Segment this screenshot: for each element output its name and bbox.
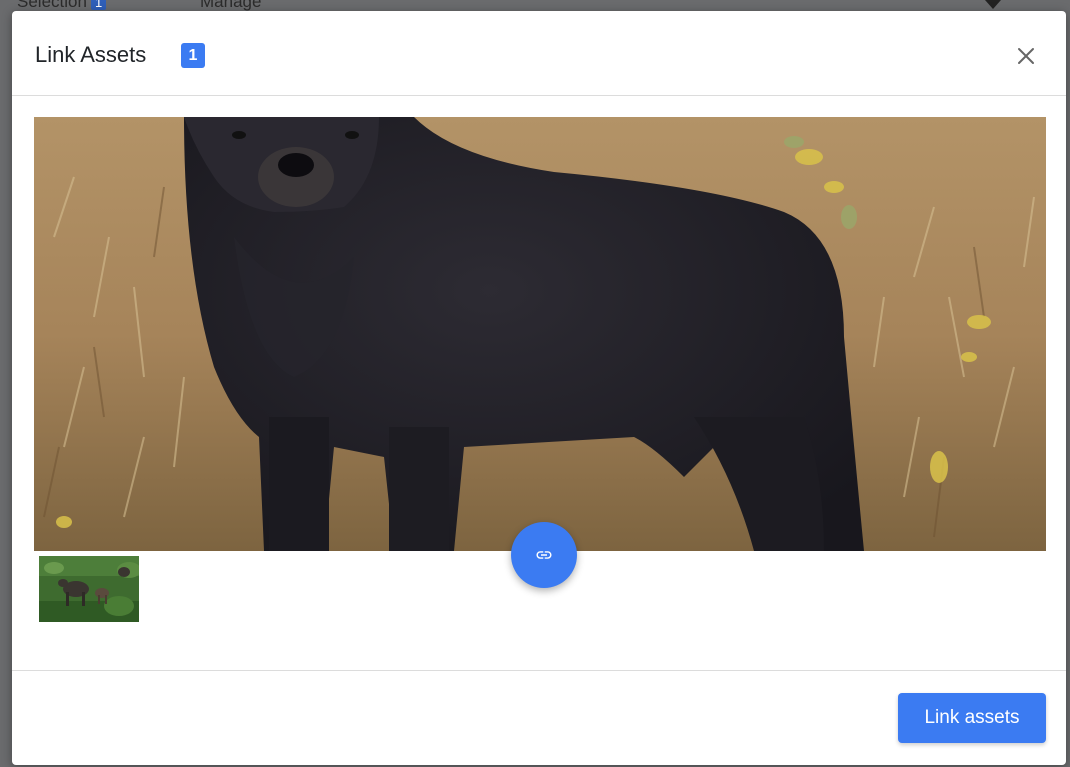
background-caret-icon <box>985 0 1001 9</box>
modal-footer: Link assets <box>12 670 1066 765</box>
asset-thumbnail[interactable] <box>39 556 139 622</box>
background-tab-label: Selection <box>17 0 87 11</box>
link-icon <box>536 551 552 559</box>
modal-header: Link Assets 1 <box>12 11 1066 96</box>
selection-count-badge: 1 <box>181 43 205 68</box>
close-button[interactable] <box>1012 42 1040 70</box>
background-tab-badge: 1 <box>90 0 107 10</box>
close-icon <box>1018 48 1034 64</box>
asset-preview-image <box>34 117 1046 551</box>
modal-title: Link Assets <box>35 42 147 67</box>
link-assets-button[interactable]: Link assets <box>898 693 1046 743</box>
link-button[interactable] <box>511 522 577 588</box>
modal-body <box>12 96 1066 670</box>
link-assets-modal: Link Assets 1 Link assets <box>12 11 1066 765</box>
